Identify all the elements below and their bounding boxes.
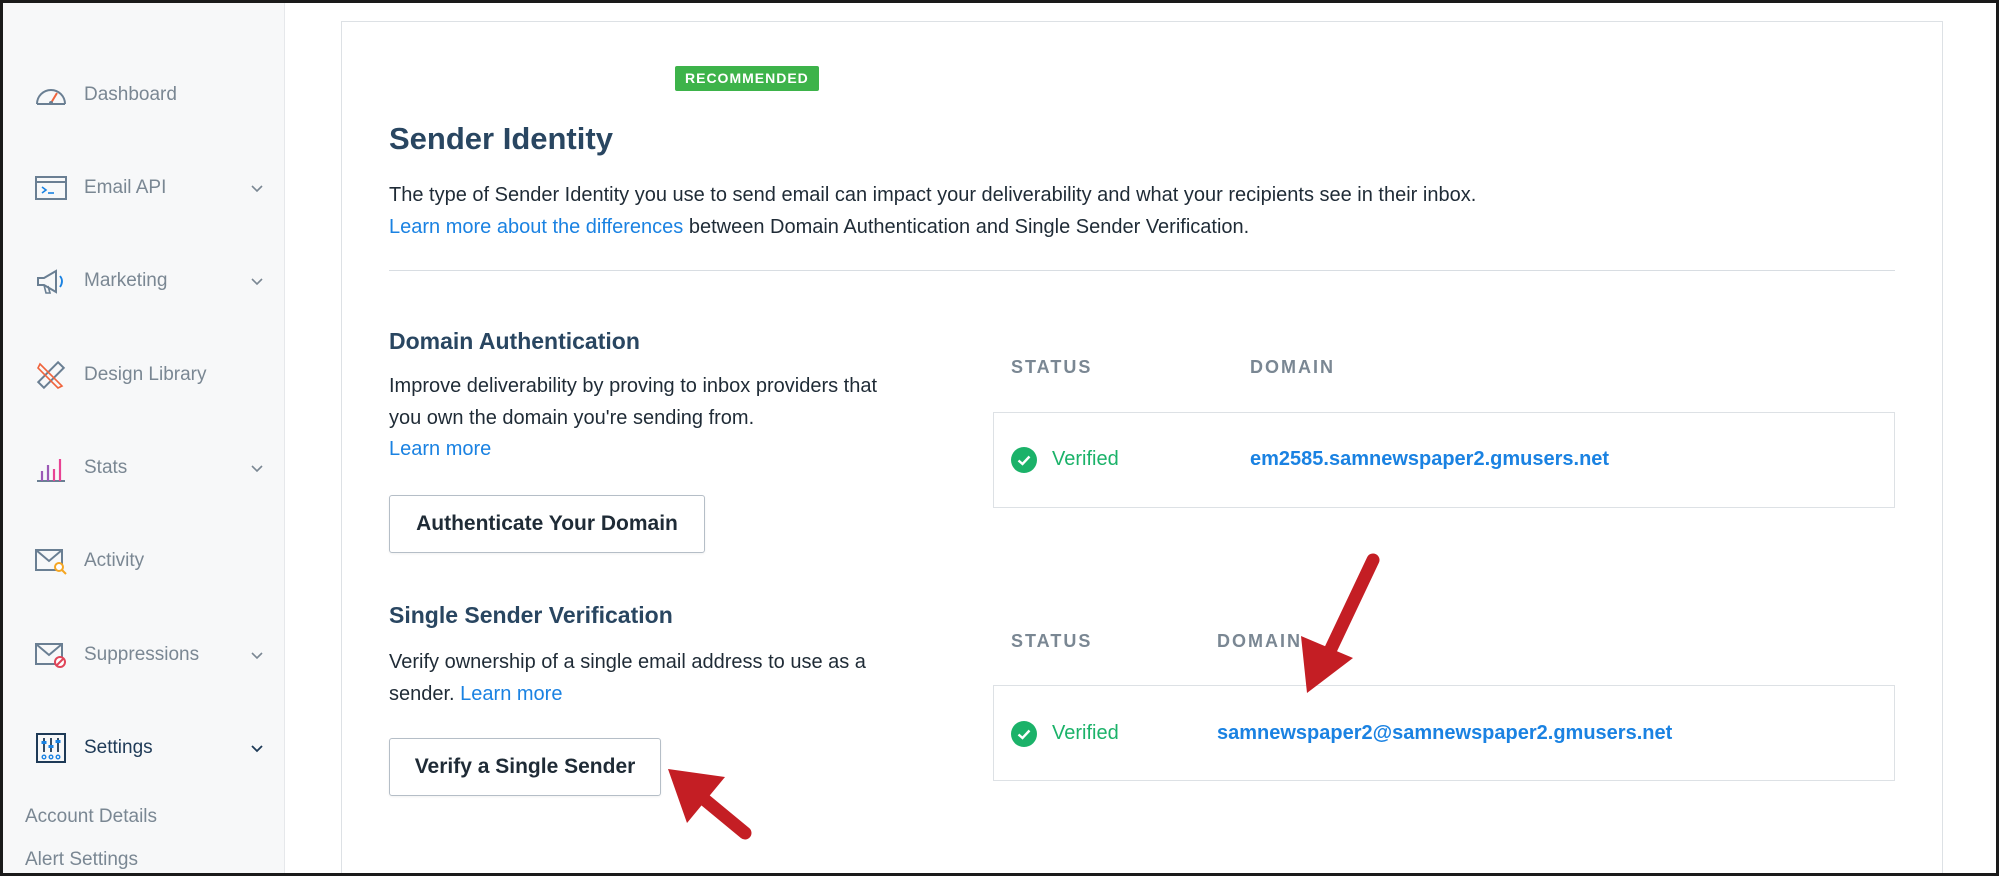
chevron-down-icon xyxy=(251,647,263,665)
domain-column-header: DOMAIN xyxy=(1217,631,1302,651)
page-title: Sender Identity xyxy=(389,121,613,156)
chevron-down-icon xyxy=(251,180,263,198)
sender-identity-description: The type of Sender Identity you use to s… xyxy=(389,179,1839,243)
sidebar: Dashboard Email API Marketing Design Lib… xyxy=(3,3,285,873)
check-circle-icon xyxy=(1011,447,1037,473)
sidebar-item-label: Email API xyxy=(84,177,167,198)
app-window: Dashboard Email API Marketing Design Lib… xyxy=(0,0,1999,876)
envelope-block-icon xyxy=(33,637,69,673)
terminal-window-icon xyxy=(33,170,69,206)
domain-authentication-description: Improve deliverability by proving to inb… xyxy=(389,371,909,466)
sidebar-item-label: Stats xyxy=(84,457,128,478)
sliders-icon xyxy=(33,730,69,766)
sidebar-item-dashboard[interactable]: Dashboard xyxy=(33,75,273,115)
sidebar-item-label: Settings xyxy=(84,737,153,758)
sidebar-item-design-library[interactable]: Design Library xyxy=(33,355,273,395)
megaphone-icon xyxy=(33,263,69,299)
status-column-header: STATUS xyxy=(1011,631,1093,651)
section-divider xyxy=(389,270,1895,271)
domain-column-header: DOMAIN xyxy=(1250,357,1335,377)
sidebar-item-marketing[interactable]: Marketing xyxy=(33,261,273,301)
sidebar-subitem-alert-settings[interactable]: Alert Settings xyxy=(25,849,138,871)
verified-sender-email-link[interactable]: samnewspaper2@samnewspaper2.gmusers.net xyxy=(1217,722,1672,745)
domain-auth-learn-more-link[interactable]: Learn more xyxy=(389,438,491,460)
single-sender-learn-more-link[interactable]: Learn more xyxy=(460,683,562,705)
sidebar-item-label: Design Library xyxy=(84,364,207,385)
recommended-badge: RECOMMENDED xyxy=(675,66,819,91)
description-text-continued: between Domain Authentication and Single… xyxy=(683,216,1250,238)
bar-stats-icon xyxy=(33,450,69,486)
annotation-arrow-icon xyxy=(668,769,752,840)
authenticate-your-domain-button[interactable]: Authenticate Your Domain xyxy=(389,495,705,553)
sidebar-item-label: Marketing xyxy=(84,270,168,291)
domain-auth-status-text: Verified xyxy=(1052,448,1119,470)
single-sender-description: Verify ownership of a single email addre… xyxy=(389,647,909,710)
envelope-search-icon xyxy=(33,543,69,579)
sidebar-item-email-api[interactable]: Email API xyxy=(33,168,273,208)
status-column-header: STATUS xyxy=(1011,357,1093,377)
authenticated-domain-link[interactable]: em2585.samnewspaper2.gmusers.net xyxy=(1250,448,1609,471)
sidebar-subitem-account-details[interactable]: Account Details xyxy=(25,806,157,828)
description-text: The type of Sender Identity you use to s… xyxy=(389,184,1477,206)
sidebar-item-activity[interactable]: Activity xyxy=(33,541,273,581)
sidebar-item-suppressions[interactable]: Suppressions xyxy=(33,635,273,675)
learn-more-differences-link[interactable]: Learn more about the differences xyxy=(389,216,683,238)
sidebar-item-settings[interactable]: Settings xyxy=(33,728,273,768)
sidebar-item-label: Activity xyxy=(84,550,145,571)
check-circle-icon xyxy=(1011,721,1037,747)
verify-single-sender-button[interactable]: Verify a Single Sender xyxy=(389,738,661,796)
sidebar-item-stats[interactable]: Stats xyxy=(33,448,273,488)
single-sender-verification-heading: Single Sender Verification xyxy=(389,602,673,628)
single-sender-status-text: Verified xyxy=(1052,722,1119,744)
domain-auth-text: Improve deliverability by proving to inb… xyxy=(389,375,878,429)
sidebar-item-label: Dashboard xyxy=(84,84,177,105)
chevron-down-icon xyxy=(251,740,263,758)
sidebar-item-label: Suppressions xyxy=(84,644,200,665)
chevron-down-icon xyxy=(251,460,263,478)
chevron-down-icon xyxy=(251,273,263,291)
domain-authentication-heading: Domain Authentication xyxy=(389,328,640,354)
pencil-ruler-icon xyxy=(33,357,69,393)
dashboard-gauge-icon xyxy=(33,77,69,113)
annotation-arrow-icon xyxy=(1301,553,1380,693)
